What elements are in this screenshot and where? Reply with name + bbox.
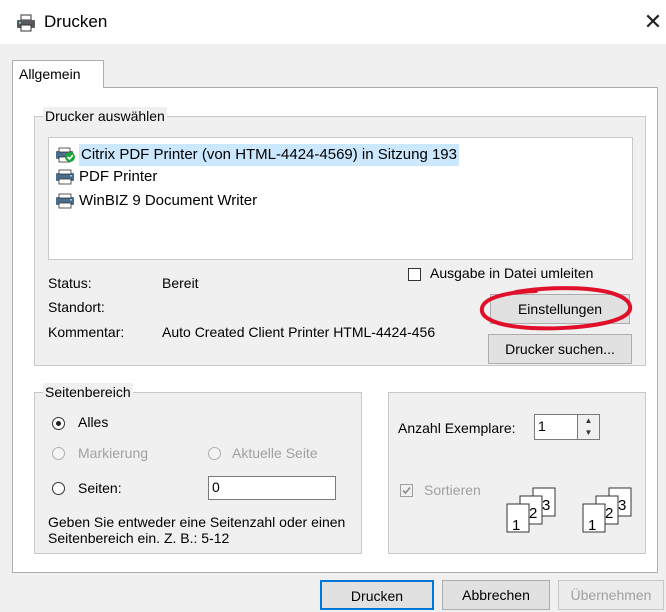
copies-label: Anzahl Exemplare: [398,420,516,436]
radio-pages-label: Seiten: [78,480,122,496]
collate-pages-icon: 3 2 1 [506,487,556,534]
checkmark-icon [402,486,411,495]
printer-list[interactable]: Citrix PDF Printer (von HTML-4424-4569) … [48,137,633,260]
close-button[interactable]: ✕ [640,8,666,36]
printer-label: Citrix PDF Printer (von HTML-4424-4569) … [79,144,459,166]
radio-all[interactable] [52,417,65,430]
comment-label: Kommentar: [48,324,125,340]
copies-input[interactable]: 1 [534,414,578,440]
page-range-hint: Geben Sie entweder eine Seitenzahl oder … [48,514,346,546]
spin-up-icon[interactable]: ▲ [578,415,599,427]
printer-label: WinBIZ 9 Document Writer [79,192,258,209]
printer-item-citrix[interactable]: Citrix PDF Printer (von HTML-4424-4569) … [55,144,459,166]
collate-pages-icon: 3 2 1 [582,487,632,534]
printer-icon [56,169,74,185]
spin-down-icon[interactable]: ▼ [578,427,599,439]
print-button[interactable]: Drucken [320,580,434,610]
pages-input[interactable]: 0 [208,476,336,500]
collate-label: Sortieren [424,482,481,498]
radio-pages[interactable] [52,482,65,495]
group-legend: Seitenbereich [43,383,133,401]
collate-page-3: 3 [542,497,550,514]
tab-allgemein[interactable]: Allgemein [12,60,104,88]
collate-checkbox[interactable] [400,484,413,497]
collate-page-2: 2 [529,505,537,522]
tab-label: Allgemein [19,66,81,82]
find-printer-button[interactable]: Drucker suchen... [488,334,632,364]
copies-spinner[interactable]: ▲ ▼ [578,414,600,440]
comment-value: Auto Created Client Printer HTML-4424-45… [162,324,436,340]
printer-label: PDF Printer [79,168,158,185]
find-printer-button-label: Drucker suchen... [505,341,615,357]
printer-icon [56,193,74,209]
radio-selection-label: Markierung [78,445,149,461]
group-legend: Drucker auswählen [43,107,167,125]
radio-selection[interactable] [52,447,65,460]
radio-all-label: Alles [78,414,109,430]
print-to-file-checkbox[interactable] [408,268,421,281]
apply-button-label: Übernehmen [570,587,652,603]
window-title: Drucken [44,12,108,31]
cancel-button[interactable]: Abbrechen [442,580,550,610]
collate-page-2: 2 [605,505,613,522]
status-value: Bereit [162,275,199,291]
cancel-button-label: Abbrechen [462,587,530,603]
status-label: Status: [48,275,92,291]
print-to-file-label: Ausgabe in Datei umleiten [430,265,594,281]
location-label: Standort: [48,299,105,315]
collate-page-3: 3 [618,497,626,514]
radio-current-page-label: Aktuelle Seite [232,445,318,461]
collate-page-1: 1 [512,517,520,534]
printer-item-winbiz[interactable]: WinBIZ 9 Document Writer [55,190,257,212]
default-printer-icon [56,147,75,163]
printer-icon [17,14,35,32]
print-button-label: Drucken [350,588,404,604]
radio-current-page[interactable] [208,447,221,460]
collate-page-1: 1 [588,517,596,534]
printer-item-pdf[interactable]: PDF Printer [55,166,157,188]
apply-button[interactable]: Übernehmen [558,580,664,610]
annotation-circle [479,286,633,331]
